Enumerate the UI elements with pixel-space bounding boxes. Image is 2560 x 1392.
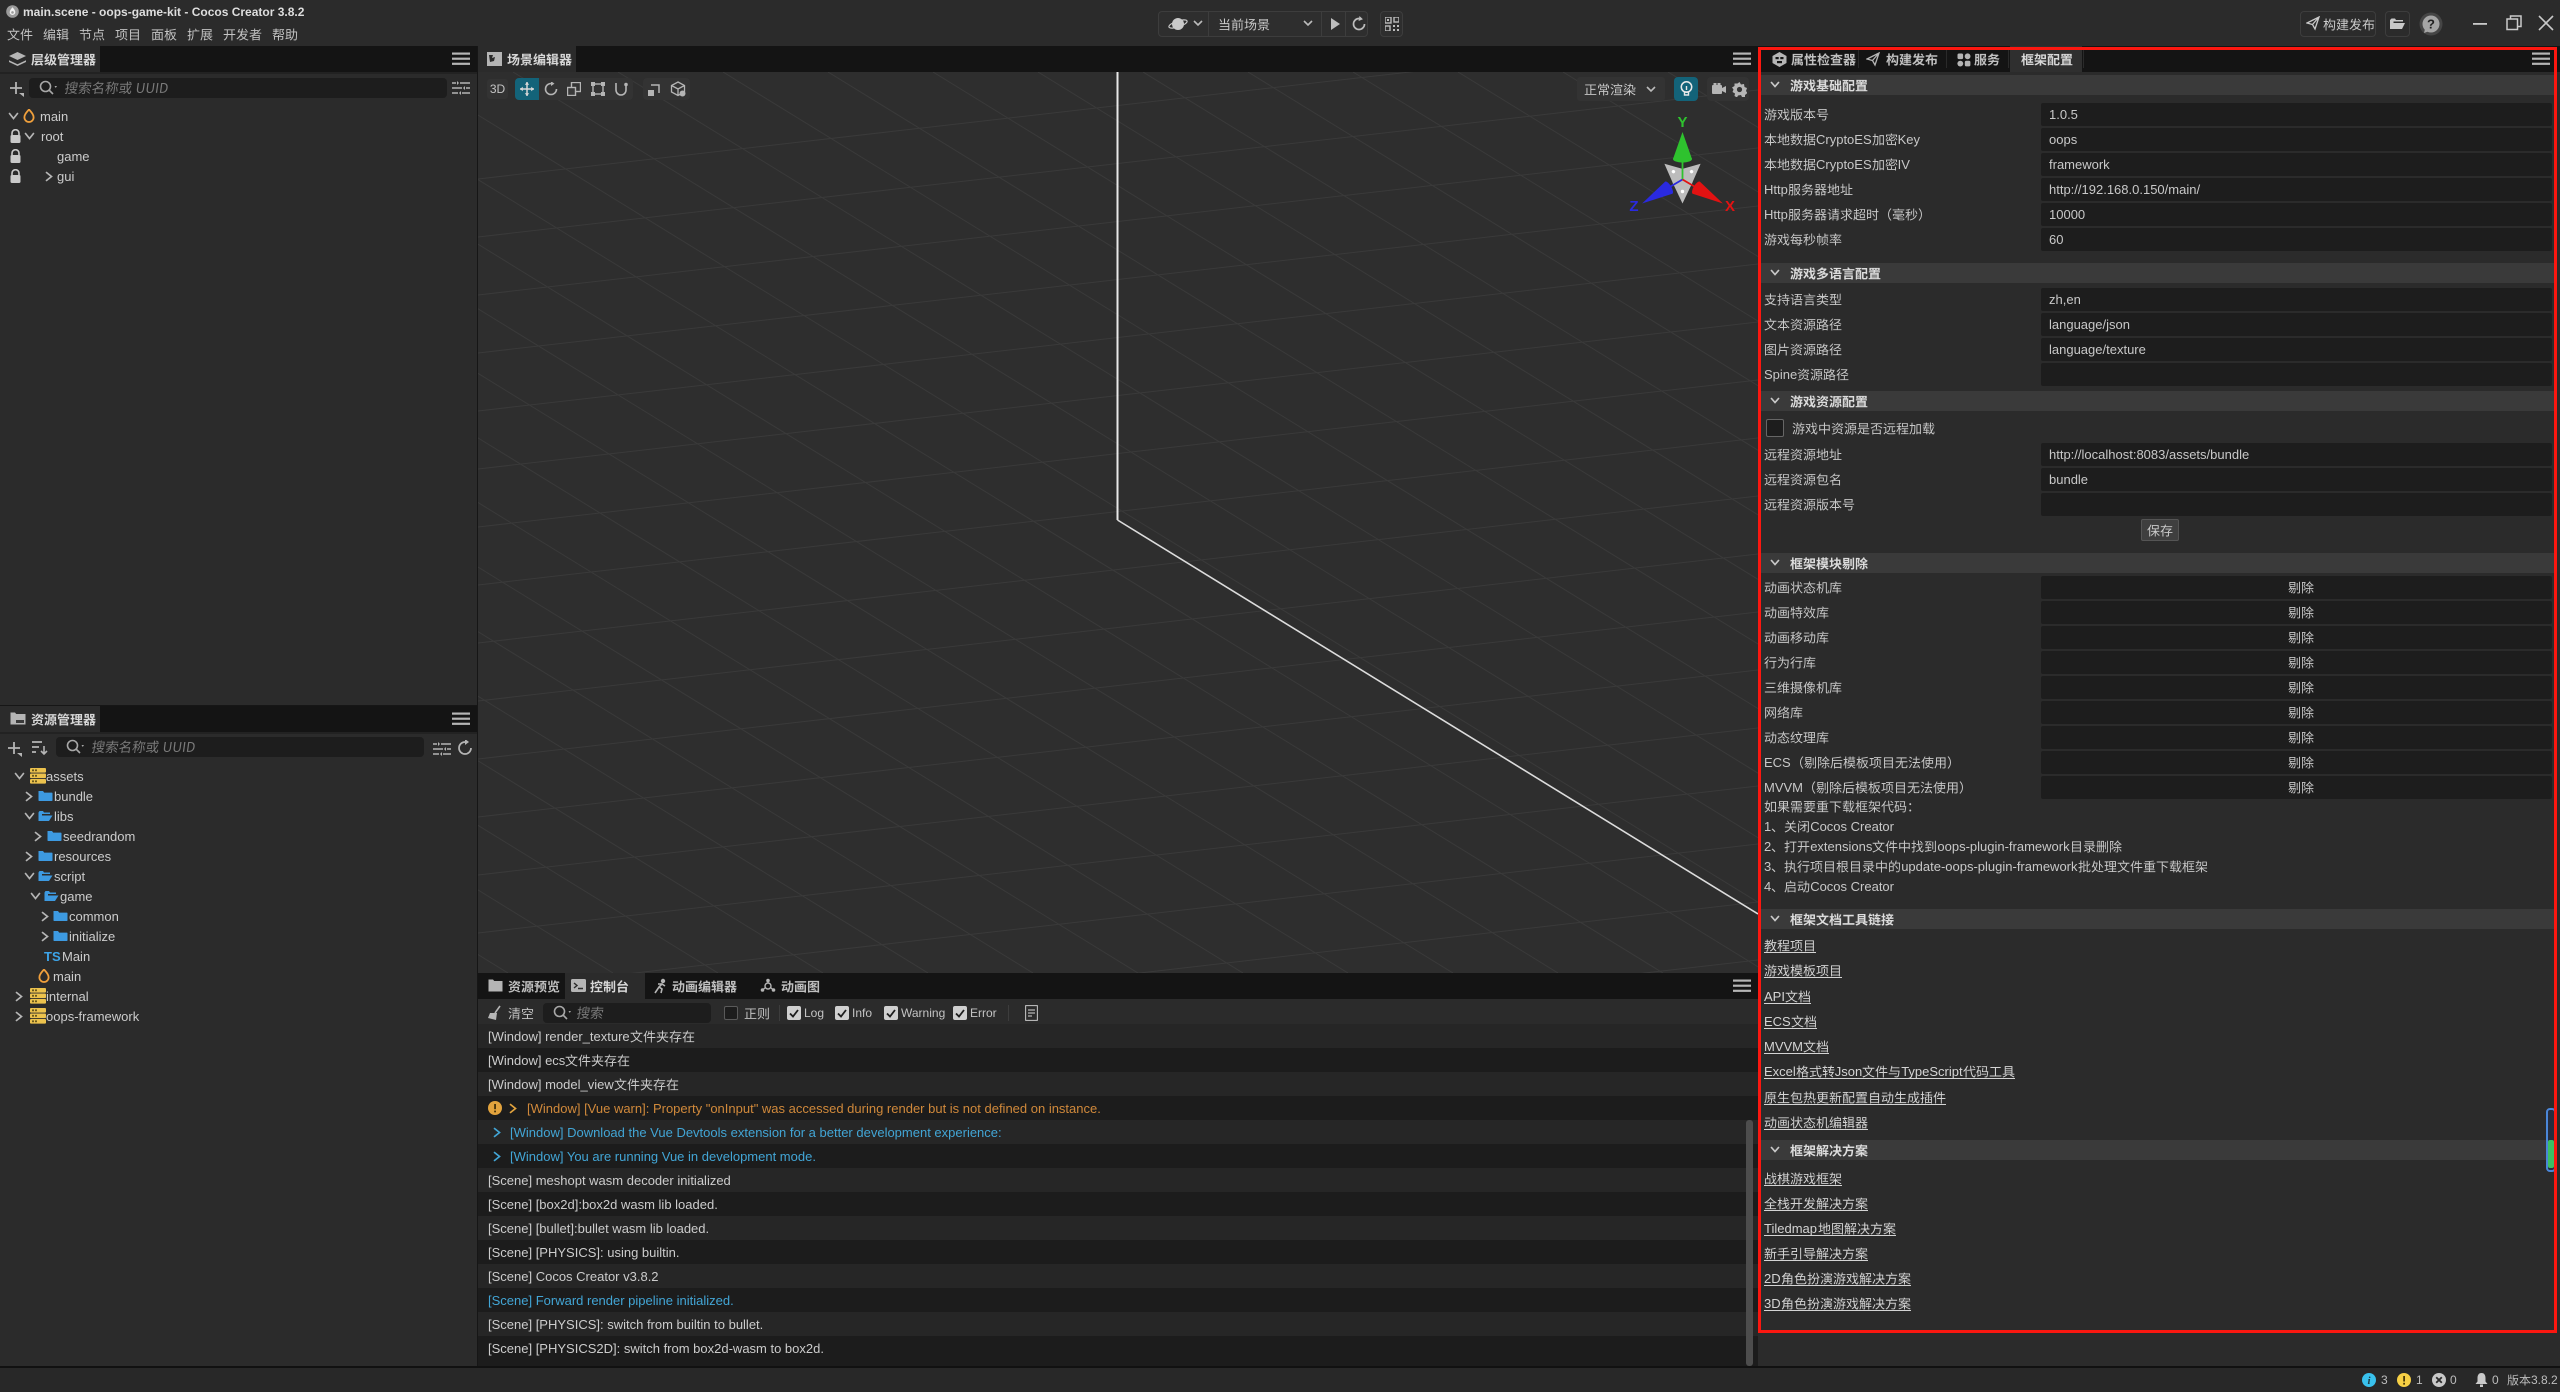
svg-text:X: X: [1725, 198, 1735, 215]
svg-text:Z: Z: [1629, 198, 1638, 215]
svg-text:?: ?: [2427, 17, 2435, 32]
svg-text:Y: Y: [1677, 114, 1687, 131]
